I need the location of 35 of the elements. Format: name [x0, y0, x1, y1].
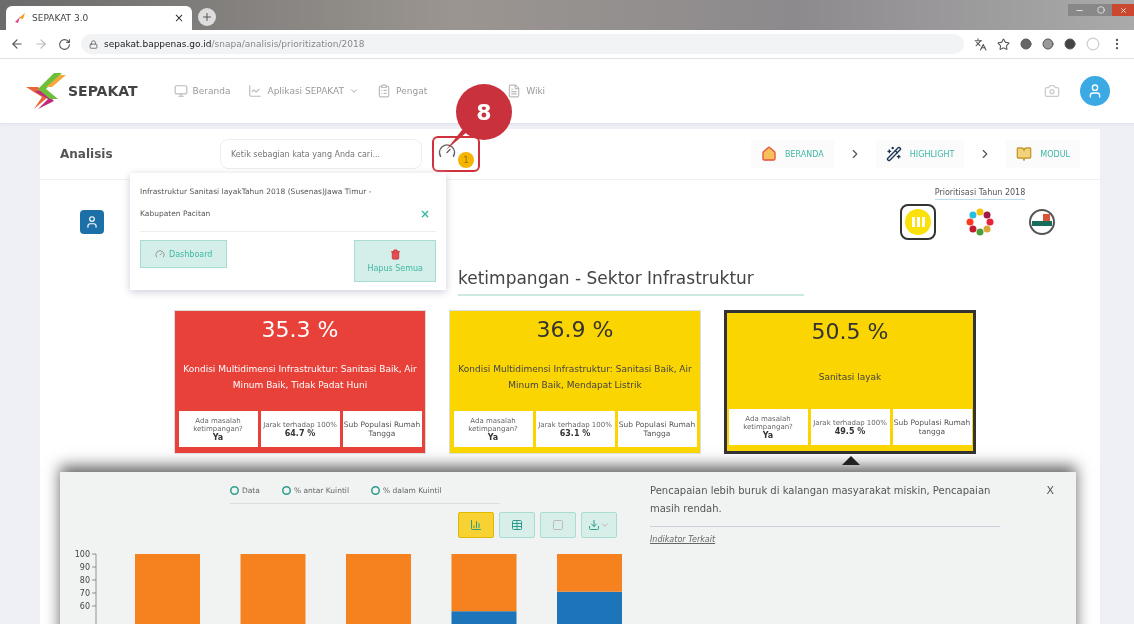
indicator-value: 50.5 %: [811, 319, 889, 344]
summary-text: Pencapaian lebih buruk di kalangan masyarakat miskin, Pencapaian masih rendah.: [650, 482, 1000, 527]
priority-label: Prioritisasi Tahun 2018: [934, 188, 1026, 200]
nav-link[interactable]: Pengat: [377, 84, 428, 98]
indicator-value: 36.9 %: [536, 317, 614, 342]
close-button[interactable]: X: [1046, 484, 1054, 497]
nav-link[interactable]: Beranda: [173, 84, 231, 98]
y-tick-label: 80: [79, 576, 90, 585]
stat-value: 63.1 %: [559, 428, 591, 438]
indicator-label: Kondisi Multidimensi Infrastruktur: Sanitasi Baik, Air Minum Baik, Tidak Padat Huni: [182, 362, 418, 392]
browser-tab[interactable]: SEPAKAT 3.0 ×: [6, 6, 192, 30]
stat-value: 64.7 %: [284, 428, 316, 438]
page-title: Analisis: [60, 147, 114, 161]
url-text: sepakat.bappenas.go.id/snapa/analisis/prioritization/2018: [104, 39, 365, 49]
y-axis: 60 70 80 90 100: [74, 550, 97, 624]
y-tick-label: 60: [79, 602, 90, 611]
indicator-label: Sanitasi layak: [818, 370, 882, 384]
tab-close-button[interactable]: ×: [173, 11, 184, 25]
stat-value: 49.5 %: [834, 426, 866, 436]
stat-value: Ya: [762, 430, 774, 440]
nav-link[interactable]: Aplikasi SEPAKAT: [248, 84, 360, 98]
address-bar[interactable]: sepakat.bappenas.go.id/snapa/analisis/prioritization/2018: [81, 34, 964, 54]
stat-value: Ya: [487, 432, 499, 442]
y-tick-label: 100: [74, 550, 90, 559]
stat-value: Ya: [212, 432, 224, 442]
indicator-label: Kondisi Multidimensi Infrastruktur: Sanitasi Baik, Air Minum Baik, Mendapat Listrik: [457, 362, 693, 392]
related-indicator-link[interactable]: Indikator Terkait: [650, 535, 716, 544]
indicator-value: 35.3 %: [261, 317, 339, 342]
search-field[interactable]: Ketik sebagian kata yang Anda cari...: [220, 139, 422, 169]
y-tick-label: 90: [79, 563, 90, 572]
brand-name: SEPAKAT: [68, 83, 138, 99]
tab-title: SEPAKAT 3.0: [32, 13, 90, 23]
y-tick-label: 70: [79, 589, 90, 598]
section-title: ketimpangan - Sektor Infrastruktur: [458, 268, 804, 296]
count-badge: 1: [458, 152, 474, 168]
